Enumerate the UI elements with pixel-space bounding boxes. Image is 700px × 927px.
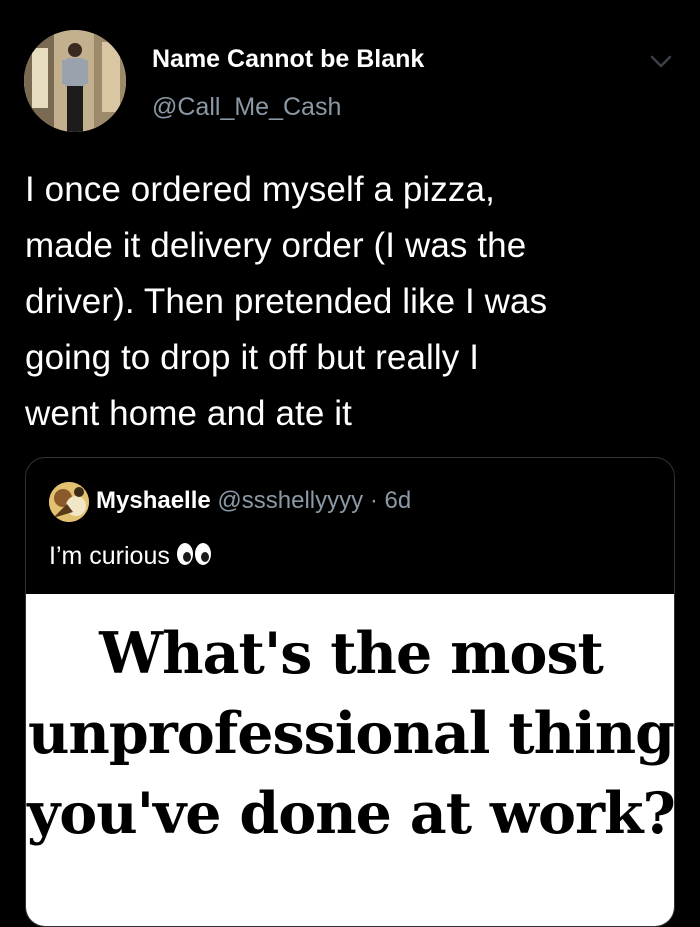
quoted-display-name[interactable]: Myshaelle [96, 487, 211, 514]
media-caption-line: you've done at work? [27, 780, 675, 847]
quoted-text-content: I’m curious [49, 542, 170, 570]
tweet-text: I once ordered myself a pizza, made it d… [25, 162, 680, 442]
quoted-header: Myshaelle @ssshellyyyy · 6d [96, 487, 411, 515]
tweet-text-line: going to drop it off but really I [25, 338, 480, 377]
media-caption-line: What's the most [99, 620, 604, 687]
chevron-down-icon[interactable] [648, 50, 674, 72]
quoted-handle[interactable]: @ssshellyyyy [217, 487, 363, 514]
tweet-text-line: went home and ate it [25, 394, 352, 433]
tweet: Name Cannot be Blank @Call_Me_Cash I onc… [0, 0, 700, 927]
display-name[interactable]: Name Cannot be Blank [152, 45, 424, 74]
quoted-tweet[interactable]: Myshaelle @ssshellyyyy · 6d I’m curious … [25, 457, 675, 927]
media-caption-line: unprofessional thing [27, 700, 675, 767]
eyes-emoji-icon [176, 542, 212, 573]
tweet-text-line: made it delivery order (I was the [25, 226, 527, 265]
tweet-text-line: driver). Then pretended like I was [25, 282, 548, 321]
avatar[interactable] [24, 30, 126, 132]
profile-photo-icon [24, 30, 126, 132]
quoted-profile-photo-icon [49, 482, 89, 522]
quoted-timestamp[interactable]: 6d [384, 487, 411, 514]
quoted-text: I’m curious [49, 542, 212, 573]
quoted-avatar[interactable] [49, 482, 89, 522]
quoted-media-image[interactable]: What's the most unprofessional thing you… [26, 594, 675, 926]
media-caption: What's the most unprofessional thing you… [26, 614, 675, 854]
tweet-text-line: I once ordered myself a pizza, [25, 170, 495, 209]
quoted-separator: · [369, 487, 378, 514]
user-handle[interactable]: @Call_Me_Cash [152, 93, 341, 122]
